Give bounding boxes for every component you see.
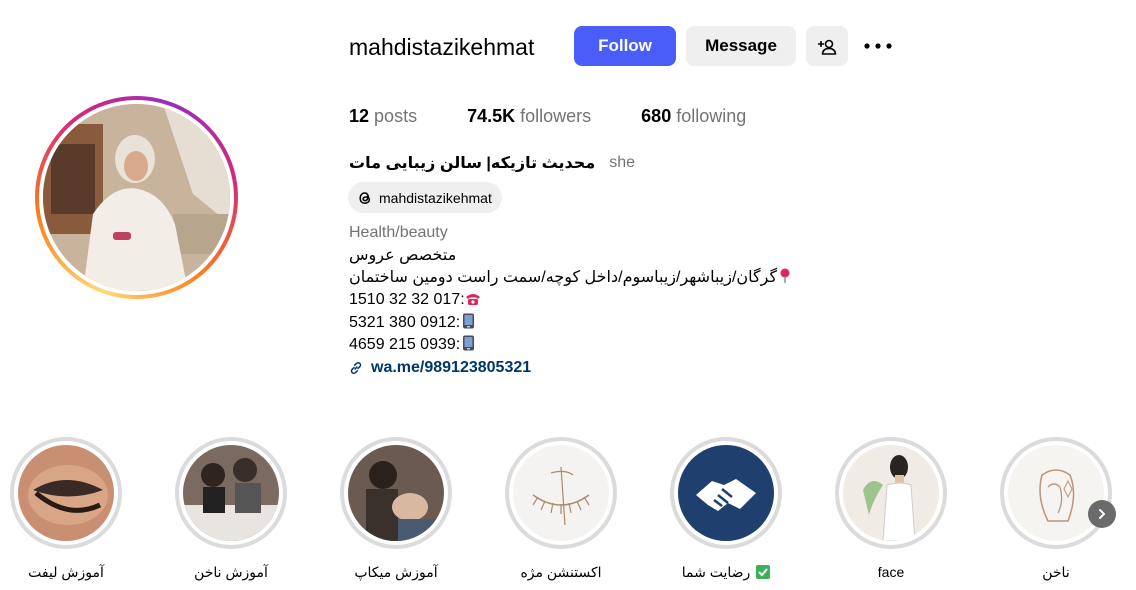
highlight-label: ناخن: [1042, 564, 1070, 580]
highlight-cover: [183, 445, 279, 541]
highlights-next-button[interactable]: [1088, 500, 1116, 528]
following-count: 680: [641, 106, 672, 126]
profile-username: mahdistazikehmat: [349, 34, 535, 60]
pin-icon: [780, 268, 790, 283]
suggested-accounts-button[interactable]: [806, 26, 848, 66]
bio-address-text: گرگان/زیباشهر/زیباسوم/داخل کوچه/سمت راست…: [349, 269, 778, 286]
followers-count: 74.5K: [467, 106, 516, 126]
posts-count: 12: [349, 106, 370, 126]
highlight-label: face: [877, 564, 905, 580]
highlight-cover-image: [348, 445, 444, 541]
add-user-icon: [818, 39, 837, 55]
highlight-ring[interactable]: [1000, 437, 1112, 549]
more-options-button[interactable]: [862, 32, 894, 60]
highlight-label: آموزش ناخن: [194, 564, 268, 580]
profile-link-text: wa.me/989123805321: [371, 359, 532, 376]
profile-pronouns: she: [609, 154, 636, 171]
handshake-icon: [678, 445, 774, 541]
highlight-label: اکستنشن مژه: [520, 564, 602, 580]
chevron-right-icon: [1099, 509, 1105, 519]
highlight-label-row: رضایت شما: [651, 563, 801, 581]
follow-button[interactable]: Follow: [574, 26, 676, 66]
link-icon: [350, 362, 362, 374]
threads-handle: mahdistazikehmat: [379, 189, 492, 206]
highlight-cover-image: [513, 445, 609, 541]
profile-full-name: محدیث تازیکه| سالن زیبایی مات: [349, 155, 596, 172]
following-label: following: [676, 106, 747, 126]
following-stat[interactable]: 680 following: [641, 104, 746, 128]
highlight-ring[interactable]: [670, 437, 782, 549]
highlight-lash-extension[interactable]: [505, 437, 617, 549]
highlight-label: رضایت شما: [681, 564, 751, 580]
threads-badge[interactable]: mahdistazikehmat: [348, 182, 502, 213]
highlight-ring[interactable]: [340, 437, 452, 549]
telephone-icon: [465, 294, 480, 305]
posts-stat: 12 posts: [349, 104, 417, 128]
highlight-ring[interactable]: [175, 437, 287, 549]
bio-phone-text: 1510 32 32 017:: [349, 291, 465, 308]
profile-avatar[interactable]: [35, 96, 238, 299]
posts-label: posts: [374, 106, 418, 126]
highlight-ring[interactable]: [835, 437, 947, 549]
highlight-satisfaction[interactable]: [670, 437, 782, 549]
mobile-phone-icon: [463, 313, 475, 329]
highlight-label: آموزش میکاپ: [354, 564, 438, 580]
avatar-illustration: [43, 104, 230, 291]
highlight-cover-image: [18, 445, 114, 541]
bio-line-mobile-2: 4659 215 0939:: [349, 334, 475, 356]
profile-link[interactable]: wa.me/989123805321: [349, 357, 531, 379]
highlight-ring[interactable]: [505, 437, 617, 549]
name-row: محدیث تازیکه| سالن زیبایی مات she: [349, 152, 635, 174]
followers-label: followers: [520, 106, 592, 126]
bio-line-address: گرگان/زیباشهر/زیباسوم/داخل کوچه/سمت راست…: [349, 267, 791, 289]
bio-line-mobile-1: 5321 380 0912:: [349, 312, 475, 334]
profile-category: Health/beauty: [349, 224, 448, 241]
threads-icon: [359, 191, 371, 204]
highlight-cover: [348, 445, 444, 541]
highlight-nail-training[interactable]: [175, 437, 287, 549]
avatar-photo: [43, 104, 230, 291]
profile-stats: 12 posts 74.5K followers 680 following: [349, 104, 746, 128]
more-options-icon: [864, 43, 892, 49]
highlight-makeup-training[interactable]: [340, 437, 452, 549]
highlight-cover-image: [843, 445, 939, 541]
check-mark-icon: [756, 565, 771, 579]
highlight-cover-image: [183, 445, 279, 541]
followers-stat[interactable]: 74.5K followers: [467, 104, 591, 128]
highlight-ring[interactable]: [10, 437, 122, 549]
bio-mobile-1-text: 5321 380 0912:: [349, 314, 461, 331]
highlight-cover: [1008, 445, 1104, 541]
mobile-phone-icon: [463, 335, 475, 351]
highlight-cover: [678, 445, 774, 541]
bio-line-phone: 1510 32 32 017:: [349, 289, 481, 311]
highlight-nails[interactable]: [1000, 437, 1112, 549]
message-button[interactable]: Message: [686, 26, 796, 66]
bio-line-specialty: متخصص عروس: [349, 247, 457, 264]
highlight-face[interactable]: [835, 437, 947, 549]
highlight-lift-training[interactable]: [10, 437, 122, 549]
highlight-cover: [18, 445, 114, 541]
highlight-cover-image: [1008, 445, 1104, 541]
bio-mobile-2-text: 4659 215 0939:: [349, 336, 461, 353]
highlight-cover: [513, 445, 609, 541]
highlight-cover: [843, 445, 939, 541]
highlight-label: آموزش لیفت: [28, 564, 104, 580]
